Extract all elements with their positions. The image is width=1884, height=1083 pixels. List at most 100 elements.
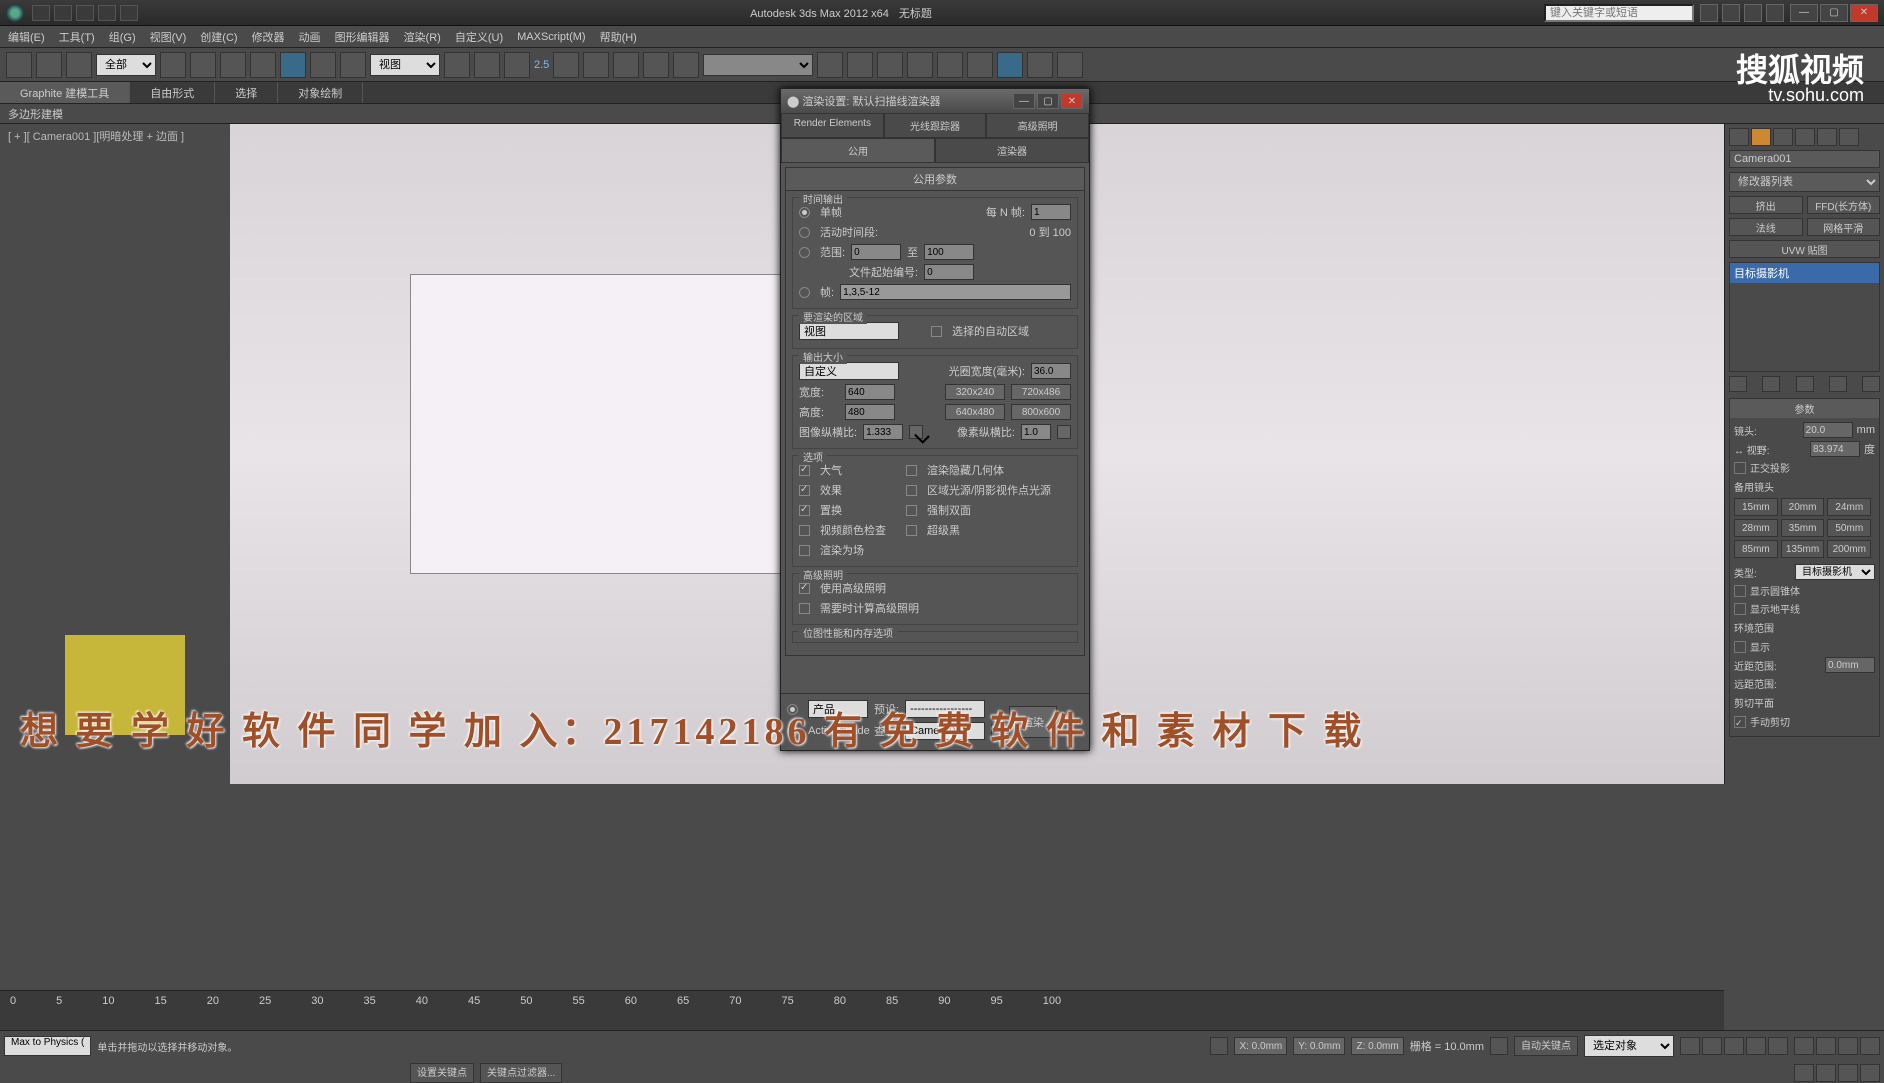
zoom-icon[interactable]	[1816, 1064, 1836, 1082]
select-name-icon[interactable]	[190, 52, 216, 78]
link-icon[interactable]	[6, 52, 32, 78]
orbit-icon[interactable]	[1838, 1064, 1858, 1082]
keyboard-icon[interactable]	[504, 52, 530, 78]
nav-icon-4[interactable]	[1860, 1037, 1880, 1055]
unlink-icon[interactable]	[36, 52, 62, 78]
render-icon[interactable]	[1057, 52, 1083, 78]
active-seg-radio[interactable]	[799, 227, 810, 238]
x-coord[interactable]: X: 0.0mm	[1234, 1037, 1287, 1055]
show-result-icon[interactable]	[1762, 376, 1780, 392]
mod-normal[interactable]: 法线	[1729, 218, 1803, 236]
menu-views[interactable]: 视图(V)	[150, 29, 187, 45]
tab-adv-lighting[interactable]: 高级照明	[986, 113, 1089, 138]
maximize-button[interactable]: ▢	[1820, 4, 1848, 22]
search-input[interactable]	[1544, 4, 1694, 22]
redo-icon[interactable]	[120, 5, 138, 21]
dialog-titlebar[interactable]: ⬤ 渲染设置: 默认扫描线渲染器 — ▢ ✕	[781, 89, 1089, 113]
menu-graph[interactable]: 图形编辑器	[335, 29, 390, 45]
mirror-icon[interactable]	[817, 52, 843, 78]
mod-extrude[interactable]: 挤出	[1729, 196, 1803, 214]
lens-input[interactable]	[1803, 422, 1853, 438]
file-start-input[interactable]: 0	[924, 264, 974, 280]
every-n-input[interactable]: 1	[1031, 204, 1071, 220]
params-rollout[interactable]: 参数	[1730, 399, 1879, 418]
menu-edit[interactable]: 编辑(E)	[8, 29, 45, 45]
range-to[interactable]: 100	[924, 244, 974, 260]
range-from[interactable]: 0	[851, 244, 901, 260]
force2-cb[interactable]	[906, 505, 917, 516]
modifier-list[interactable]: 修改器列表	[1729, 172, 1880, 192]
size-dropdown[interactable]: 自定义	[799, 362, 899, 380]
snap-toggle-icon[interactable]	[553, 52, 579, 78]
img-aspect-lock-icon[interactable]	[909, 425, 923, 439]
dialog-minimize[interactable]: —	[1013, 93, 1035, 109]
set-key-button[interactable]: 设置关键点	[410, 1063, 474, 1083]
timeline[interactable]: 0510152025303540455055606570758085909510…	[0, 990, 1724, 1030]
hidden-cb[interactable]	[906, 465, 917, 476]
minimize-button[interactable]: —	[1790, 4, 1818, 22]
lens-135[interactable]: 135mm	[1781, 540, 1825, 558]
select-icon[interactable]	[160, 52, 186, 78]
maxscript-listener[interactable]: Max to Physics (	[4, 1036, 91, 1056]
compute-adv-cb[interactable]	[799, 603, 810, 614]
preset-640[interactable]: 640x480	[945, 404, 1005, 420]
y-coord[interactable]: Y: 0.0mm	[1293, 1037, 1345, 1055]
key-filter-drop[interactable]: 选定对象	[1584, 1035, 1674, 1057]
manipulate-icon[interactable]	[474, 52, 500, 78]
preset-720[interactable]: 720x486	[1011, 384, 1071, 400]
ribbon-tab-freeform[interactable]: 自由形式	[130, 82, 215, 103]
nav-icon-1[interactable]	[1794, 1037, 1814, 1055]
hierarchy-tab-icon[interactable]	[1773, 128, 1793, 146]
exchange-icon[interactable]	[1744, 4, 1762, 22]
aperture-input[interactable]: 36.0	[1031, 363, 1071, 379]
menu-animation[interactable]: 动画	[299, 29, 321, 45]
schematic-icon[interactable]	[937, 52, 963, 78]
lens-35[interactable]: 35mm	[1781, 519, 1825, 537]
goto-end-icon[interactable]	[1768, 1037, 1788, 1055]
new-icon[interactable]	[32, 5, 50, 21]
area-dropdown[interactable]: 视图	[799, 322, 899, 340]
ribbon-tab-selection[interactable]: 选择	[215, 82, 278, 103]
camera-type[interactable]: 目标摄影机	[1795, 564, 1875, 580]
pix-aspect-input[interactable]: 1.0	[1021, 424, 1051, 440]
tab-render-elements[interactable]: Render Elements	[781, 113, 884, 138]
nav-icon-2[interactable]	[1816, 1037, 1836, 1055]
ribbon-tab-paint[interactable]: 对象绘制	[278, 82, 363, 103]
rotate-icon[interactable]	[310, 52, 336, 78]
area-lights-cb[interactable]	[906, 485, 917, 496]
window-crossing-icon[interactable]	[250, 52, 276, 78]
rect-select-icon[interactable]	[220, 52, 246, 78]
help-icon[interactable]	[1766, 4, 1784, 22]
lens-200[interactable]: 200mm	[1827, 540, 1871, 558]
object-name-input[interactable]	[1729, 150, 1880, 168]
display-tab-icon[interactable]	[1817, 128, 1837, 146]
mod-ffd[interactable]: FFD(长方体)	[1807, 196, 1881, 214]
time-tag-icon[interactable]	[1490, 1037, 1508, 1055]
img-aspect-input[interactable]: 1.333	[863, 424, 903, 440]
width-input[interactable]: 640	[845, 384, 895, 400]
menu-help[interactable]: 帮助(H)	[600, 29, 637, 45]
show-env-cb[interactable]	[1734, 641, 1746, 653]
remove-mod-icon[interactable]	[1829, 376, 1847, 392]
prev-frame-icon[interactable]	[1702, 1037, 1722, 1055]
menu-modifiers[interactable]: 修改器	[252, 29, 285, 45]
nav-icon-3[interactable]	[1838, 1037, 1858, 1055]
lens-24[interactable]: 24mm	[1827, 498, 1871, 516]
menu-tools[interactable]: 工具(T)	[59, 29, 95, 45]
dialog-maximize[interactable]: ▢	[1037, 93, 1059, 109]
pin-stack-icon[interactable]	[1729, 376, 1747, 392]
bind-icon[interactable]	[66, 52, 92, 78]
auto-region-cb[interactable]	[931, 326, 942, 337]
named-sel-icon[interactable]	[673, 52, 699, 78]
save-icon[interactable]	[76, 5, 94, 21]
atmos-cb[interactable]	[799, 465, 810, 476]
fov-input[interactable]	[1810, 441, 1860, 457]
superblack-cb[interactable]	[906, 525, 917, 536]
menu-create[interactable]: 创建(C)	[200, 29, 237, 45]
open-icon[interactable]	[54, 5, 72, 21]
play-icon[interactable]	[1724, 1037, 1744, 1055]
scale-icon[interactable]	[340, 52, 366, 78]
displace-cb[interactable]	[799, 505, 810, 516]
render-setup-icon[interactable]	[997, 52, 1023, 78]
range-radio[interactable]	[799, 247, 810, 258]
